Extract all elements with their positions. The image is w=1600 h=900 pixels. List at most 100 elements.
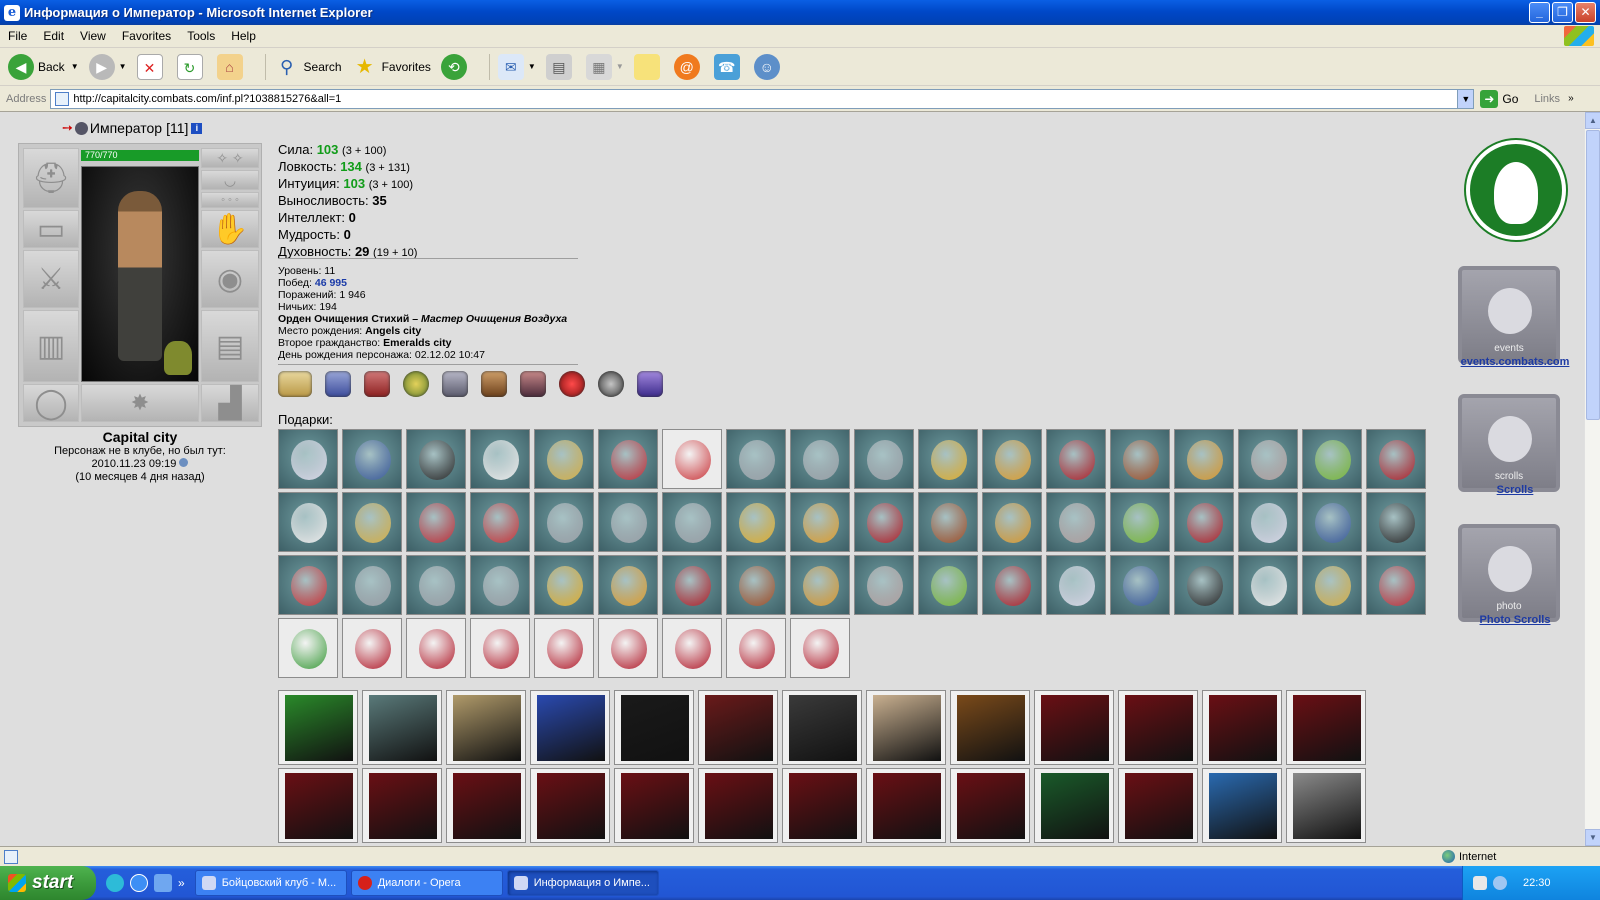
start-button[interactable]: start [0, 866, 96, 900]
stop-button[interactable]: ✕ [136, 53, 167, 80]
contacts-button[interactable]: ☺ [753, 53, 784, 80]
photo-scrolls-link[interactable]: Photo Scrolls [1440, 614, 1584, 626]
gift-item[interactable] [982, 429, 1042, 489]
menu-view[interactable]: View [72, 29, 114, 43]
gift-item[interactable] [726, 429, 786, 489]
menu-edit[interactable]: Edit [35, 29, 72, 43]
gift-item[interactable] [342, 492, 402, 552]
links-chevron-icon[interactable]: » [1568, 93, 1574, 104]
purple-badge-icon[interactable] [637, 371, 663, 397]
messenger-button[interactable]: ☎ [713, 53, 744, 80]
card-item[interactable] [278, 768, 358, 843]
shield-slot-icon[interactable]: ◉ [201, 250, 259, 308]
tray-network-icon[interactable] [1473, 876, 1487, 890]
gift-item[interactable] [790, 492, 850, 552]
gift-item[interactable] [342, 429, 402, 489]
helmet-slot-icon[interactable]: ⛑ [23, 148, 79, 208]
gift-item[interactable] [662, 555, 722, 615]
gift-item[interactable] [406, 618, 466, 678]
gift-item[interactable] [278, 429, 338, 489]
mail-dropdown-icon[interactable]: ▼ [528, 62, 536, 71]
forward-button[interactable]: ▶ ▼ [88, 53, 127, 80]
home-button[interactable]: ⌂ [216, 53, 247, 80]
gift-item[interactable] [342, 555, 402, 615]
gift-item[interactable] [406, 429, 466, 489]
gift-item[interactable] [918, 492, 978, 552]
earring-slot-icon[interactable]: ✧ ✧ [201, 148, 259, 168]
gift-item[interactable] [1174, 429, 1234, 489]
gift-item[interactable] [790, 555, 850, 615]
belt-slot-icon[interactable]: ◯ [23, 384, 79, 422]
tray-volume-icon[interactable] [1493, 876, 1507, 890]
gift-item[interactable] [1046, 492, 1106, 552]
menu-help[interactable]: Help [223, 29, 264, 43]
card-item[interactable] [1286, 768, 1366, 843]
at-button[interactable]: @ [673, 53, 704, 80]
scroll-down-icon[interactable]: ▼ [1585, 829, 1600, 846]
gift-item[interactable] [278, 555, 338, 615]
card-item[interactable] [950, 690, 1030, 765]
gift-item[interactable] [1110, 555, 1170, 615]
gift-item[interactable] [662, 618, 722, 678]
gift-item[interactable] [1238, 555, 1298, 615]
gift-item[interactable] [1302, 429, 1362, 489]
clock[interactable]: 22:30 [1523, 877, 1551, 889]
shield-badge-icon[interactable] [520, 371, 546, 397]
scrolls-link[interactable]: Scrolls [1440, 484, 1584, 496]
refresh-button[interactable]: ↻ [176, 53, 207, 80]
gift-item[interactable] [534, 429, 594, 489]
address-dropdown-icon[interactable]: ▼ [1457, 89, 1474, 108]
amulet-slot-icon[interactable]: ◡ [201, 170, 259, 190]
gift-item[interactable] [406, 492, 466, 552]
weapon-slot-icon[interactable]: ⚔ [23, 250, 79, 308]
gift-item[interactable] [342, 618, 402, 678]
gift-item[interactable] [918, 555, 978, 615]
card-item[interactable] [698, 768, 778, 843]
info-icon[interactable]: i [191, 122, 203, 134]
task-info-emperor[interactable]: Информация о Импе... [506, 870, 659, 896]
menu-file[interactable]: File [0, 29, 35, 43]
vertical-scrollbar[interactable]: ▲ ▼ [1584, 112, 1600, 846]
card-item[interactable] [614, 690, 694, 765]
shield-badge-icon[interactable] [325, 371, 351, 397]
gift-item[interactable] [1174, 492, 1234, 552]
back-button[interactable]: ◀ Back ▼ [8, 53, 79, 80]
card-item[interactable] [866, 690, 946, 765]
red-badge-icon[interactable] [559, 371, 585, 397]
events-link[interactable]: events.combats.com [1440, 356, 1584, 368]
address-url[interactable]: http://capitalcity.combats.com/inf.pl?10… [73, 93, 1457, 105]
gift-item[interactable] [598, 555, 658, 615]
gift-item[interactable] [1366, 555, 1426, 615]
card-item[interactable] [866, 768, 946, 843]
quicklaunch-more-icon[interactable]: » [178, 876, 185, 890]
card-item[interactable] [950, 768, 1030, 843]
close-button[interactable]: ✕ [1575, 2, 1596, 23]
card-item[interactable] [782, 690, 862, 765]
gift-item[interactable] [598, 492, 658, 552]
gift-item[interactable] [598, 618, 658, 678]
armor-slot-icon[interactable]: ▥ [23, 310, 79, 382]
rings-badge-icon[interactable] [278, 371, 312, 397]
task-opera-dialogs[interactable]: Диалоги - Opera [350, 870, 503, 896]
gloves-slot-icon[interactable]: ✋ [201, 210, 259, 248]
history-button[interactable]: ⟲ [440, 53, 471, 80]
mail-button[interactable]: ✉ ▼ [497, 53, 536, 80]
card-item[interactable] [698, 690, 778, 765]
edit-button[interactable]: ▦ ▼ [585, 53, 624, 80]
card-item[interactable] [446, 768, 526, 843]
gift-item[interactable] [982, 555, 1042, 615]
gift-item[interactable] [470, 492, 530, 552]
links-button[interactable]: Links [1534, 93, 1560, 105]
gift-item[interactable] [1302, 555, 1362, 615]
gift-item[interactable] [1046, 555, 1106, 615]
search-button[interactable]: ⚲ Search [274, 54, 342, 80]
forward-dropdown-icon[interactable]: ▼ [119, 62, 127, 71]
photo-scrolls-banner[interactable]: photo [1458, 524, 1560, 622]
gift-item[interactable] [534, 618, 594, 678]
back-dropdown-icon[interactable]: ▼ [71, 62, 79, 71]
card-item[interactable] [1034, 690, 1114, 765]
gift-item[interactable] [854, 555, 914, 615]
address-input[interactable]: http://capitalcity.combats.com/inf.pl?10… [50, 88, 1475, 109]
notes-button[interactable] [633, 53, 664, 80]
gift-item[interactable] [1046, 429, 1106, 489]
